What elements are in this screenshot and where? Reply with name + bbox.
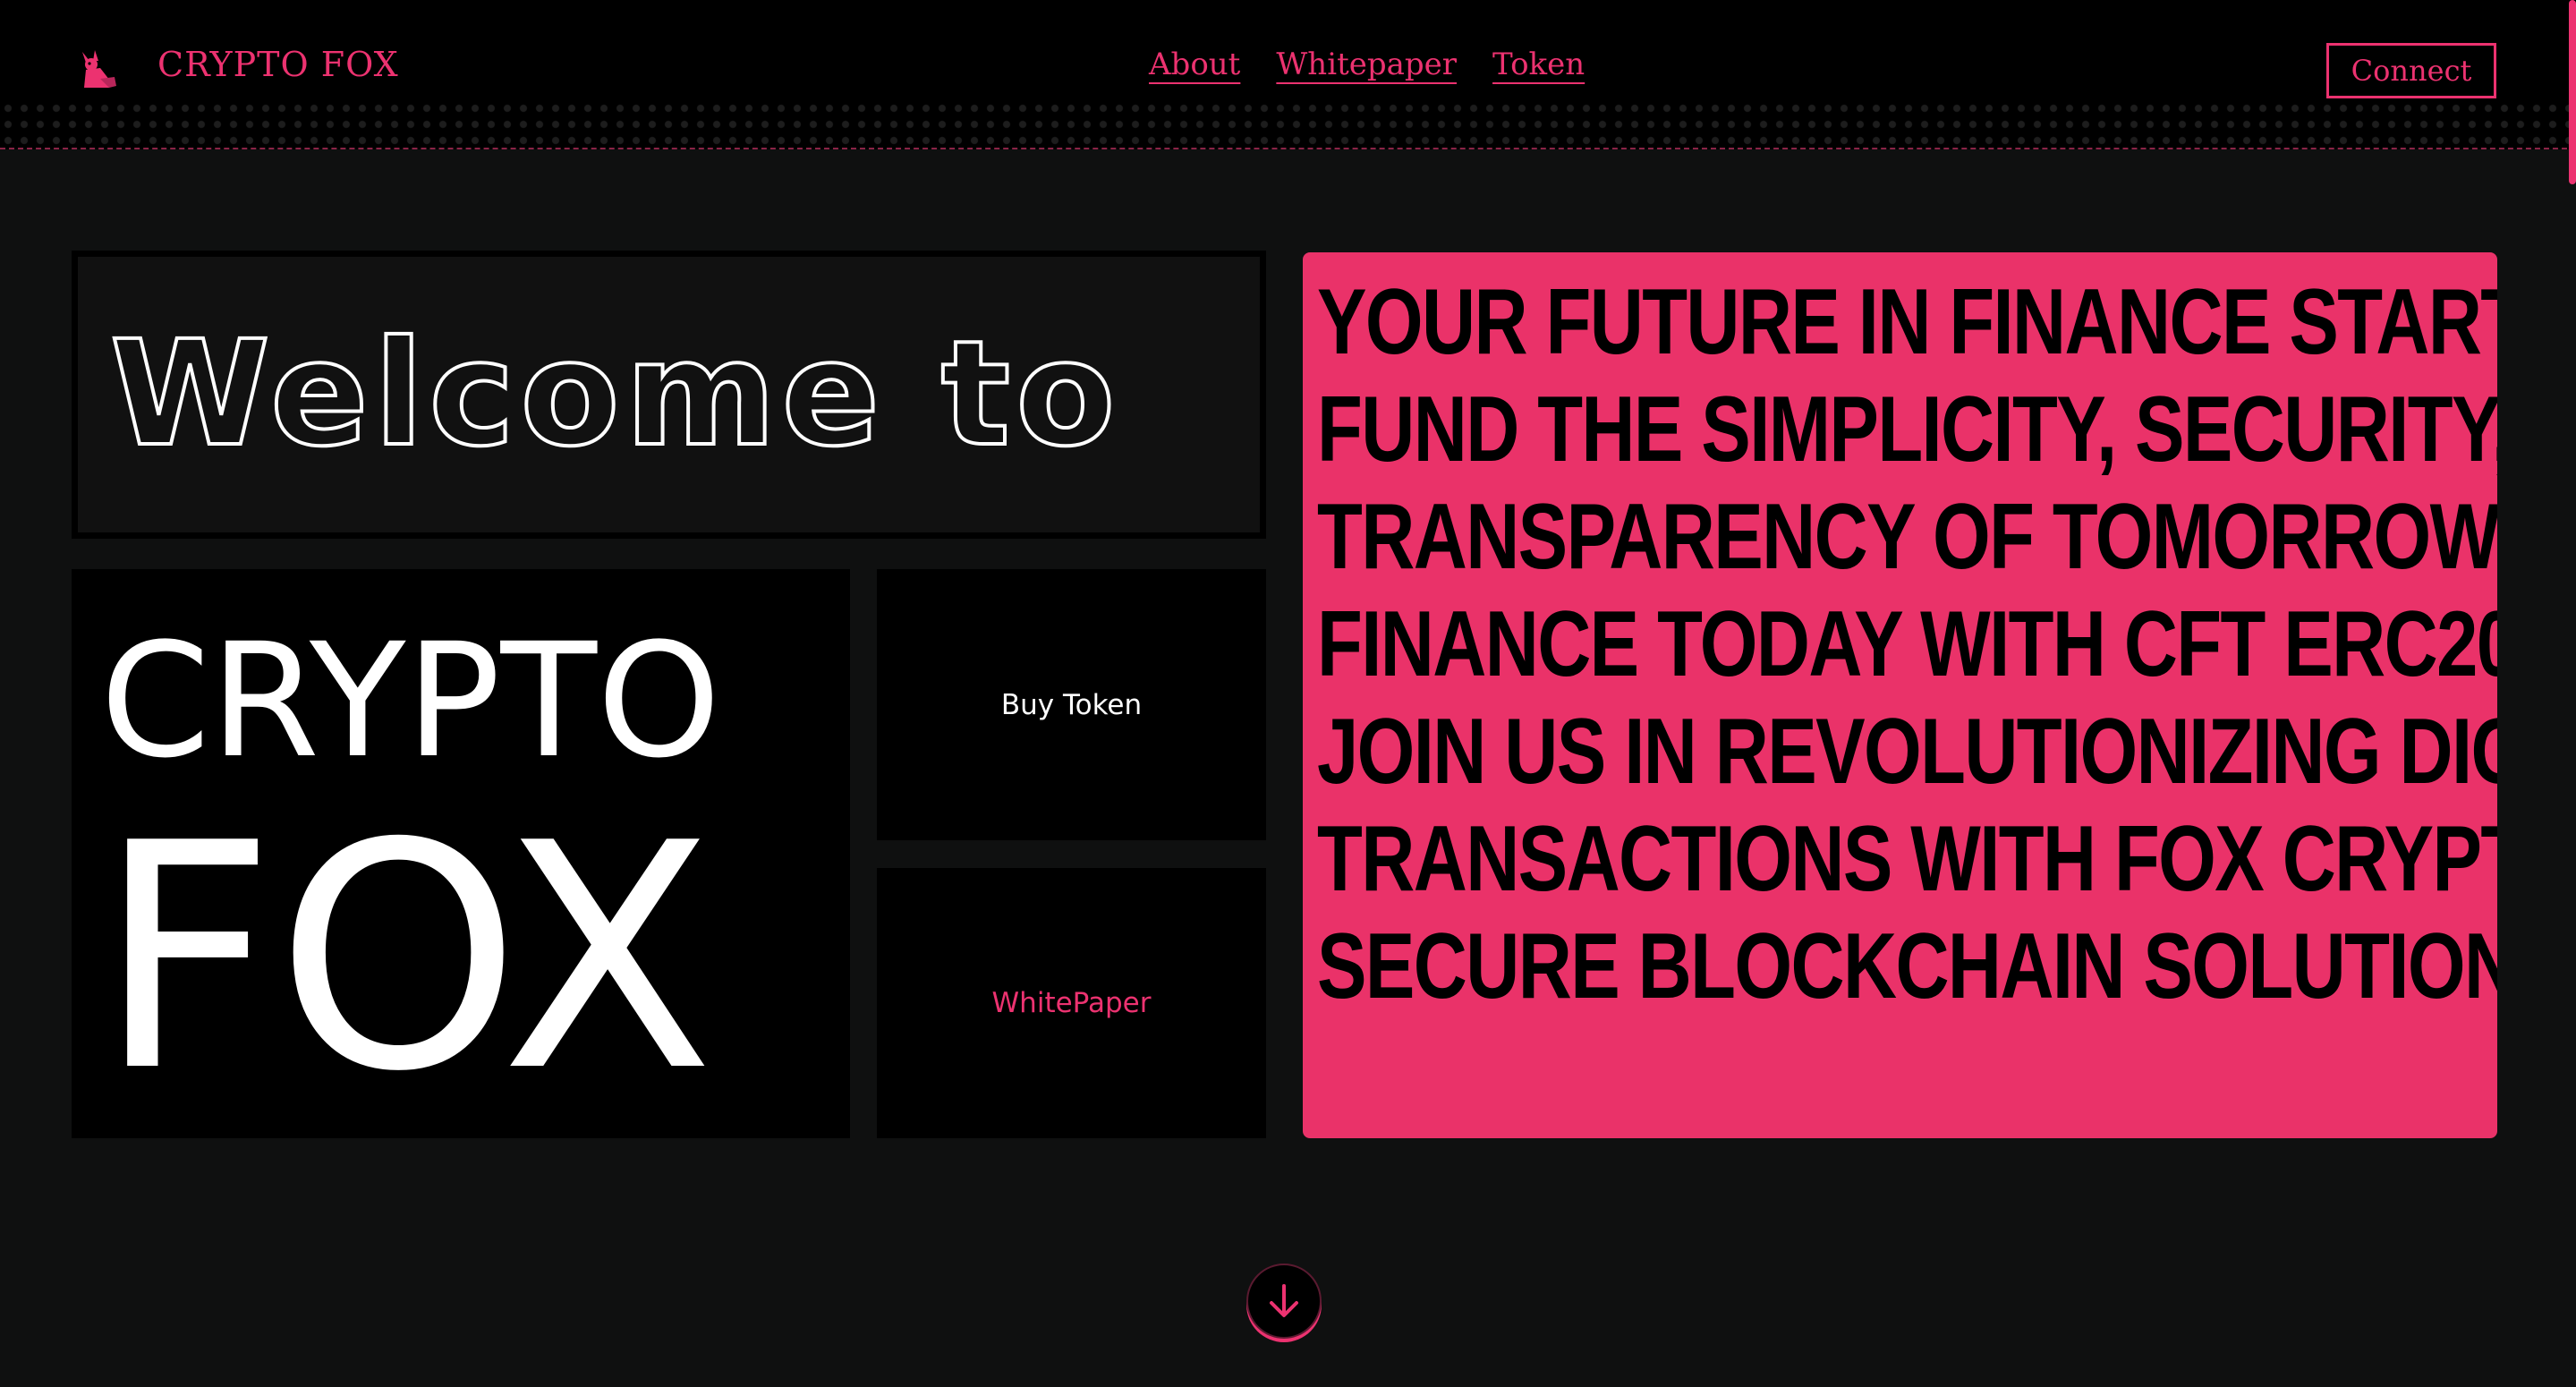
nav-link-token[interactable]: Token	[1492, 47, 1585, 82]
fox-logo-icon[interactable]	[73, 47, 120, 93]
site-header: CRYPTO FOX About Whitepaper Token Connec…	[0, 0, 2576, 149]
buy-token-button[interactable]: Buy Token	[877, 569, 1266, 840]
main-nav: About Whitepaper Token	[1149, 47, 1585, 82]
nav-link-whitepaper[interactable]: Whitepaper	[1276, 47, 1457, 82]
nav-link-about[interactable]: About	[1149, 47, 1240, 82]
arrow-down-icon	[1270, 1284, 1298, 1317]
hero-text: Your future in finance starts here! Fund…	[1317, 270, 2497, 1018]
connect-button[interactable]: Connect	[2326, 43, 2496, 98]
brand-title-tile: CRYPTO FOX	[72, 569, 850, 1138]
brand-name[interactable]: CRYPTO FOX	[157, 45, 399, 84]
hero-panel: Your future in finance starts here! Fund…	[1303, 252, 2497, 1138]
brand-title-line2: FOX	[97, 778, 715, 1138]
page-scrollbar[interactable]	[2569, 0, 2576, 184]
welcome-box: Welcome to	[72, 251, 1266, 539]
welcome-heading: Welcome to	[108, 309, 1121, 481]
brand-title-line1: CRYPTO	[100, 609, 721, 793]
whitepaper-button[interactable]: WhitePaper	[877, 868, 1266, 1138]
scroll-down-button[interactable]	[1246, 1264, 1322, 1339]
